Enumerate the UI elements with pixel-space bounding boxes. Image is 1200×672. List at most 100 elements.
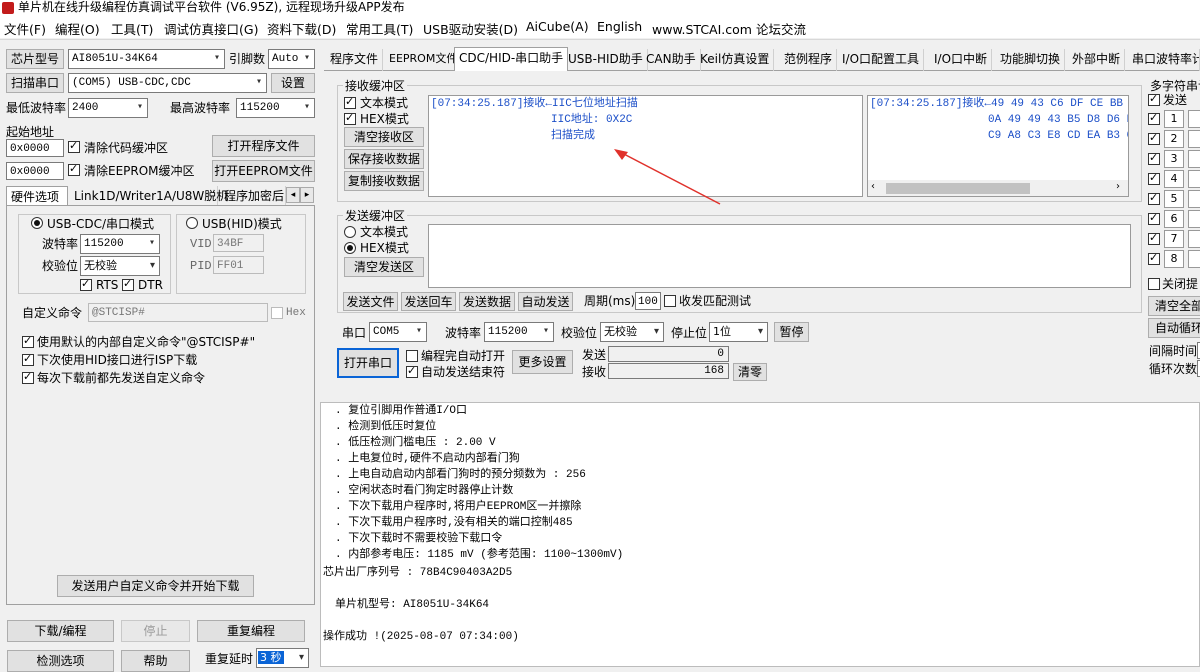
repeat-delay-select[interactable]: 3 秒 ▾ bbox=[256, 648, 309, 668]
pause-button[interactable]: 暂停 bbox=[774, 322, 809, 342]
parity-select[interactable]: 无校验 ▾ bbox=[80, 256, 160, 276]
hex-horizontal-scrollbar[interactable]: ‹ › bbox=[868, 180, 1128, 196]
multi-row-text-input[interactable] bbox=[1188, 190, 1200, 208]
multi-row-send-button[interactable]: 5 bbox=[1164, 190, 1184, 208]
chip-type-label[interactable]: 芯片型号 bbox=[6, 49, 64, 69]
tab-encryption[interactable]: 程序加密后 bbox=[220, 186, 286, 206]
save-receive-button[interactable]: 保存接收数据 bbox=[344, 149, 424, 169]
check-options-button[interactable]: 检测选项 bbox=[7, 650, 114, 672]
close-prompt-checkbox[interactable] bbox=[1148, 278, 1160, 290]
scan-port-button[interactable]: 扫描串口 bbox=[6, 73, 64, 93]
open-eeprom-button[interactable]: 打开EEPROM文件 bbox=[212, 160, 315, 182]
multi-row-send-button[interactable]: 1 bbox=[1164, 110, 1184, 128]
multi-row-text-input[interactable] bbox=[1188, 110, 1200, 128]
max-baud-select[interactable]: 115200 ▾ bbox=[236, 98, 315, 118]
use-default-command-checkbox[interactable] bbox=[22, 334, 34, 348]
menu-file[interactable]: 文件(F) bbox=[4, 19, 46, 38]
match-test-checkbox[interactable] bbox=[664, 295, 676, 307]
multi-row-text-input[interactable] bbox=[1188, 170, 1200, 188]
menu-debug[interactable]: 调试仿真接口(G) bbox=[164, 19, 258, 38]
copy-receive-button[interactable]: 复制接收数据 bbox=[344, 171, 424, 191]
scroll-left-icon[interactable]: ‹ bbox=[871, 181, 875, 192]
clear-code-checkbox[interactable] bbox=[68, 139, 80, 153]
log-output-area[interactable]: . 复位引脚用作普通I/O口 . 检测到低压时复位 . 低压检测门槛电压 : 2… bbox=[320, 402, 1200, 667]
send-text-area[interactable] bbox=[428, 224, 1131, 288]
tab-pin-switch[interactable]: 功能脚切换 bbox=[996, 49, 1066, 71]
menu-aicube[interactable]: AiCube(A) bbox=[526, 19, 589, 34]
usb-cdc-radio[interactable] bbox=[31, 217, 43, 229]
multi-row-send-button[interactable]: 6 bbox=[1164, 210, 1184, 228]
send-file-button[interactable]: 发送文件 bbox=[343, 292, 398, 311]
scroll-right-icon[interactable]: › bbox=[1116, 181, 1120, 192]
rts-checkbox[interactable] bbox=[80, 277, 92, 291]
multi-row-send-button[interactable]: 3 bbox=[1164, 150, 1184, 168]
period-input[interactable]: 100 bbox=[635, 292, 661, 310]
multi-row-checkbox[interactable] bbox=[1148, 211, 1160, 225]
multi-row-checkbox[interactable] bbox=[1148, 191, 1160, 205]
tab-baud-calc[interactable]: 串口波特率计 bbox=[1128, 49, 1200, 71]
menu-tools[interactable]: 工具(T) bbox=[111, 19, 153, 38]
tab-eeprom-file[interactable]: EEPROM文件 bbox=[385, 49, 463, 71]
tab-ext-interrupt[interactable]: 外部中断 bbox=[1068, 49, 1126, 71]
clear-receive-button[interactable]: 清空接收区 bbox=[344, 127, 424, 147]
tab-io-config[interactable]: I/O口配置工具 bbox=[838, 49, 925, 71]
clear-count-button[interactable]: 清零 bbox=[733, 363, 767, 381]
vid-input[interactable]: 34BF bbox=[213, 234, 264, 252]
tab-keil[interactable]: Keil仿真设置 bbox=[696, 49, 775, 71]
clear-send-button[interactable]: 清空发送区 bbox=[344, 257, 424, 277]
multi-row-text-input[interactable] bbox=[1188, 130, 1200, 148]
multi-row-text-input[interactable] bbox=[1188, 210, 1200, 228]
hex-checkbox[interactable] bbox=[271, 307, 283, 319]
custom-command-input[interactable]: @STCISP# bbox=[88, 303, 268, 322]
help-button[interactable]: 帮助 bbox=[121, 650, 190, 672]
multi-row-send-button[interactable]: 8 bbox=[1164, 250, 1184, 268]
multi-send-all-checkbox[interactable] bbox=[1148, 92, 1160, 106]
multi-row-checkbox[interactable] bbox=[1148, 251, 1160, 265]
recv-text-mode-checkbox[interactable] bbox=[344, 95, 356, 109]
usb-hid-radio[interactable] bbox=[186, 217, 198, 229]
menu-program[interactable]: 编程(O) bbox=[55, 19, 100, 38]
tab-usb-hid[interactable]: USB-HID助手 bbox=[564, 49, 648, 71]
send-hex-mode-radio[interactable] bbox=[344, 242, 356, 254]
dtr-checkbox[interactable] bbox=[122, 277, 134, 291]
multi-row-send-button[interactable]: 4 bbox=[1164, 170, 1184, 188]
open-program-button[interactable]: 打开程序文件 bbox=[212, 135, 315, 157]
send-text-mode-radio[interactable] bbox=[344, 226, 356, 238]
tab-examples[interactable]: 范例程序 bbox=[780, 49, 838, 71]
tab-scroll-right-icon[interactable]: ▸ bbox=[300, 187, 314, 203]
multi-row-checkbox[interactable] bbox=[1148, 171, 1160, 185]
multi-row-text-input[interactable] bbox=[1188, 150, 1200, 168]
tab-cdc-hid-serial[interactable]: CDC/HID-串口助手 bbox=[454, 47, 569, 71]
pin-count-select[interactable]: Auto ▾ bbox=[268, 49, 315, 69]
code-address-input[interactable]: 0x0000 bbox=[6, 139, 64, 157]
auto-loop-button[interactable]: 自动循环 bbox=[1148, 318, 1200, 338]
menu-download[interactable]: 资料下载(D) bbox=[267, 19, 336, 38]
send-custom-download-button[interactable]: 发送用户自定义命令并开始下载 bbox=[57, 575, 254, 597]
open-serial-button[interactable]: 打开串口 bbox=[337, 348, 399, 378]
repeat-program-button[interactable]: 重复编程 bbox=[197, 620, 305, 642]
clear-eeprom-checkbox[interactable] bbox=[68, 162, 80, 176]
recv-hex-mode-checkbox[interactable] bbox=[344, 111, 356, 125]
more-settings-button[interactable]: 更多设置 bbox=[512, 350, 573, 374]
serial-port-select[interactable]: COM5 ▾ bbox=[369, 322, 427, 342]
settings-button[interactable]: 设置 bbox=[271, 73, 315, 93]
tab-can[interactable]: CAN助手 bbox=[642, 49, 701, 71]
stop-bits-select[interactable]: 1位 ▾ bbox=[709, 322, 768, 342]
menu-common-tools[interactable]: 常用工具(T) bbox=[346, 19, 413, 38]
send-before-download-checkbox[interactable] bbox=[22, 370, 34, 384]
menu-website[interactable]: www.STCAI.com 论坛交流 bbox=[652, 19, 806, 38]
pid-input[interactable]: FF01 bbox=[213, 256, 264, 274]
receive-hex-area[interactable]: [07:34:25.187]接收←49 49 43 C6 DF CE BB B5… bbox=[867, 95, 1129, 197]
auto-send-button[interactable]: 自动发送 bbox=[518, 292, 573, 311]
multi-row-send-button[interactable]: 7 bbox=[1164, 230, 1184, 248]
multi-row-send-button[interactable]: 2 bbox=[1164, 130, 1184, 148]
multi-row-text-input[interactable] bbox=[1188, 250, 1200, 268]
tab-scroll-left-icon[interactable]: ◂ bbox=[286, 187, 300, 203]
eeprom-address-input[interactable]: 0x0000 bbox=[6, 162, 64, 180]
menu-usb-driver[interactable]: USB驱动安装(D) bbox=[423, 19, 518, 38]
tab-offline[interactable]: Link1D/Writer1A/U8W脱机 bbox=[70, 186, 228, 206]
serial-baud-select[interactable]: 115200 ▾ bbox=[484, 322, 554, 342]
menu-english[interactable]: English bbox=[597, 19, 642, 34]
send-return-button[interactable]: 发送回车 bbox=[401, 292, 456, 311]
send-data-button[interactable]: 发送数据 bbox=[459, 292, 515, 311]
